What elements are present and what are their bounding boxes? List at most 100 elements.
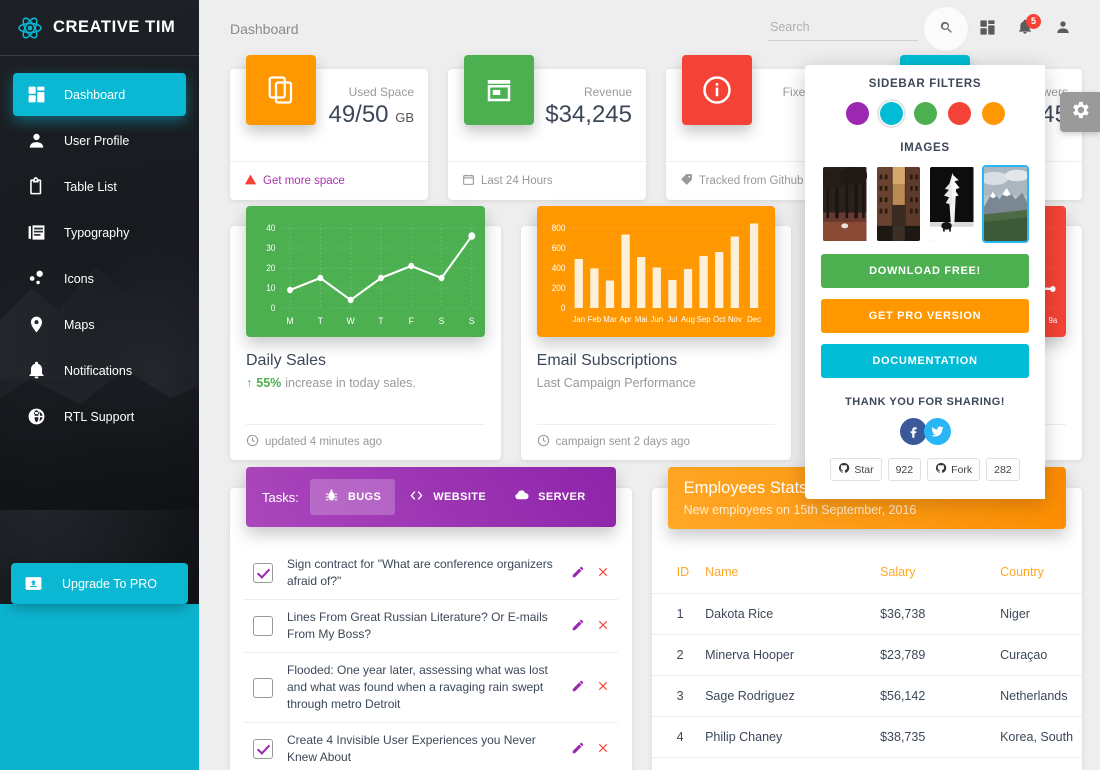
task-text: Lines From Great Russian Literature? Or … bbox=[287, 610, 548, 642]
clock-icon bbox=[537, 434, 550, 450]
stat-footer: Last 24 Hours bbox=[448, 161, 646, 189]
search-input[interactable] bbox=[768, 16, 918, 41]
tasks-tabs: Tasks: BUGS WEBSITE SERVER bbox=[262, 479, 600, 515]
sidebar-item-label: Icons bbox=[64, 271, 94, 286]
task-checkbox[interactable] bbox=[253, 563, 273, 584]
image-thumbnails bbox=[821, 165, 1029, 243]
stat-footer[interactable]: Get more space bbox=[230, 161, 428, 189]
tab-bugs[interactable]: BUGS bbox=[309, 479, 396, 515]
edit-task-button[interactable] bbox=[571, 565, 585, 582]
pencil-icon bbox=[571, 741, 585, 758]
sidebar-item-maps[interactable]: Maps bbox=[13, 303, 186, 346]
svg-text:Dec: Dec bbox=[747, 315, 761, 324]
sidebar-item-dashboard[interactable]: Dashboard bbox=[13, 73, 186, 116]
github-stats: Star 922 Fork 282 bbox=[821, 458, 1029, 481]
svg-text:40: 40 bbox=[266, 223, 275, 233]
chart-title: Daily Sales bbox=[246, 352, 327, 369]
search-button[interactable] bbox=[924, 6, 968, 51]
delete-task-button[interactable] bbox=[596, 741, 610, 758]
close-icon bbox=[596, 565, 610, 582]
github-icon bbox=[935, 462, 947, 477]
table-row: 1 Dakota Rice $36,738 Niger bbox=[651, 593, 1082, 635]
svg-text:Oct: Oct bbox=[713, 315, 726, 324]
task-text: Create 4 Invisible User Experiences you … bbox=[287, 733, 536, 765]
svg-text:0: 0 bbox=[561, 303, 566, 313]
settings-toggle-button[interactable] bbox=[1060, 92, 1100, 132]
chart-footer: campaign sent 2 days ago bbox=[536, 424, 776, 450]
tab-website[interactable]: WEBSITE bbox=[395, 479, 500, 515]
sidebar-item-label: Notifications bbox=[64, 363, 133, 378]
map-pin-icon bbox=[27, 315, 46, 334]
bug-icon bbox=[324, 488, 339, 506]
tab-label: WEBSITE bbox=[433, 491, 487, 503]
sidebar-item-table-list[interactable]: Table List bbox=[13, 165, 186, 208]
tasks-label: Tasks: bbox=[262, 489, 299, 505]
tasks-card: Tasks: BUGS WEBSITE SERVER Sign contract… bbox=[230, 467, 632, 770]
person-icon bbox=[1055, 19, 1071, 38]
swatch-orange[interactable] bbox=[981, 102, 1005, 125]
get-pro-version-button[interactable]: GET PRO VERSION bbox=[821, 299, 1029, 333]
task-checkbox[interactable] bbox=[253, 616, 273, 637]
edit-task-button[interactable] bbox=[571, 618, 585, 635]
edit-task-button[interactable] bbox=[571, 741, 585, 758]
sidebar-item-icons[interactable]: Icons bbox=[13, 257, 186, 300]
notifications-button[interactable]: 5 bbox=[1006, 10, 1044, 48]
clipboard-icon bbox=[27, 177, 46, 196]
cell-name: Minerva Hooper bbox=[697, 634, 873, 676]
table-header-row: ID Name Salary Country bbox=[651, 555, 1082, 594]
swatch-azure[interactable] bbox=[876, 99, 906, 128]
svg-text:600: 600 bbox=[551, 243, 565, 253]
stat-footer-label: Get more space bbox=[263, 175, 345, 187]
github-fork-button[interactable]: Fork bbox=[927, 458, 981, 481]
clock-icon bbox=[246, 434, 259, 450]
edit-task-button[interactable] bbox=[571, 679, 585, 696]
cell-salary: $36,738 bbox=[872, 593, 993, 635]
profile-button[interactable] bbox=[1044, 10, 1082, 48]
svg-text:800: 800 bbox=[551, 223, 565, 233]
download-free-button[interactable]: DOWNLOAD FREE! bbox=[821, 254, 1029, 288]
task-checkbox[interactable] bbox=[253, 677, 273, 698]
close-icon bbox=[596, 679, 610, 696]
github-fork-count: 282 bbox=[986, 458, 1020, 481]
cell-country: Netherlands bbox=[992, 675, 1082, 717]
swatch-green[interactable] bbox=[913, 102, 937, 125]
twitter-icon[interactable] bbox=[923, 418, 951, 445]
sidebar-item-notifications[interactable]: Notifications bbox=[13, 349, 186, 392]
sidebar-item-typography[interactable]: Typography bbox=[13, 211, 186, 254]
table-row: 4 Philip Chaney $38,735 Korea, South bbox=[651, 716, 1082, 758]
delete-task-button[interactable] bbox=[596, 618, 610, 635]
upgrade-to-pro-button[interactable]: Upgrade To PRO bbox=[11, 563, 188, 604]
sidebar-item-user-profile[interactable]: User Profile bbox=[13, 119, 186, 162]
svg-text:10: 10 bbox=[266, 283, 275, 293]
facebook-icon[interactable] bbox=[899, 418, 927, 445]
svg-text:S: S bbox=[469, 316, 475, 326]
dashboard-grid-button[interactable] bbox=[968, 10, 1006, 48]
tab-server[interactable]: SERVER bbox=[500, 479, 599, 515]
winter-thumbnail[interactable] bbox=[928, 165, 976, 243]
task-row: Lines From Great Russian Literature? Or … bbox=[244, 600, 618, 654]
cloud-icon bbox=[514, 488, 529, 506]
delete-task-button[interactable] bbox=[596, 679, 610, 696]
delete-task-button[interactable] bbox=[596, 565, 610, 582]
swatch-red[interactable] bbox=[947, 102, 971, 125]
sidebar-item-rtl-support[interactable]: RTL Support bbox=[13, 395, 186, 438]
svg-text:Jan: Jan bbox=[572, 315, 585, 324]
brand[interactable]: CREATIVE TIM bbox=[0, 0, 199, 56]
swatch-purple[interactable] bbox=[845, 102, 869, 125]
documentation-button[interactable]: DOCUMENTATION bbox=[821, 344, 1029, 378]
canal-thumbnail[interactable] bbox=[875, 165, 923, 243]
sidebar-item-label: Table List bbox=[64, 179, 117, 194]
search-area bbox=[768, 6, 968, 51]
bottom-cards-row: Tasks: BUGS WEBSITE SERVER Sign contract… bbox=[230, 467, 1082, 770]
chart-card-email-subscriptions: 800 600 400 200 0 Jan Feb Mar Apr Mai Ju… bbox=[520, 206, 792, 460]
tag-icon bbox=[680, 173, 693, 189]
sidebar-nav: Dashboard User Profile Table List Typogr… bbox=[0, 56, 199, 438]
task-checkbox[interactable] bbox=[253, 739, 273, 760]
forest-thumbnail[interactable] bbox=[821, 165, 869, 243]
pencil-icon bbox=[571, 565, 585, 582]
mountain-thumbnail[interactable] bbox=[981, 165, 1029, 243]
github-star-button[interactable]: Star bbox=[830, 458, 882, 481]
stat-value: 49/50 bbox=[328, 101, 389, 128]
table-row: 2 Minerva Hooper $23,789 Curaçao bbox=[651, 634, 1082, 676]
brand-label: CREATIVE TIM bbox=[53, 18, 176, 36]
